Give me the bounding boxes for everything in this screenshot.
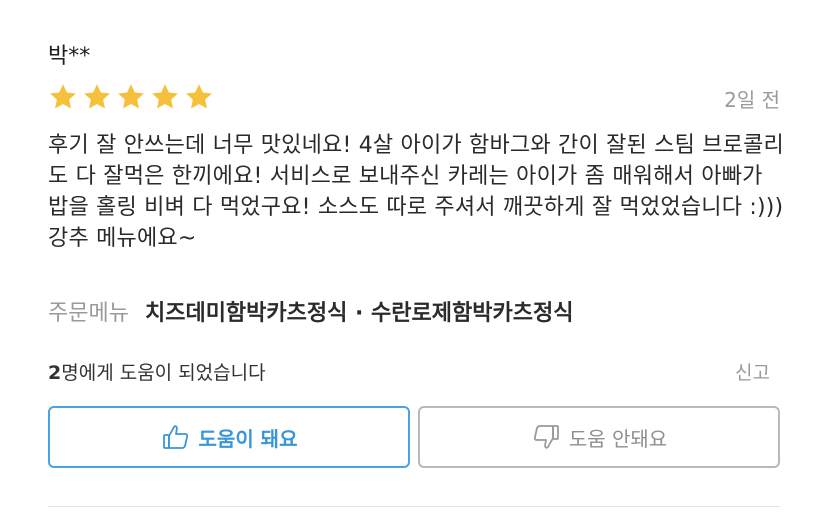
divider bbox=[48, 506, 780, 507]
star-rating bbox=[48, 82, 214, 112]
star-icon bbox=[50, 84, 76, 109]
reviewer-name: 박** bbox=[48, 44, 91, 69]
helpful-suffix: 명에게 도움이 되었습니다 bbox=[61, 362, 266, 384]
star-icon bbox=[152, 84, 178, 109]
star-icon bbox=[118, 84, 144, 109]
helpful-count-text: 2명에게 도움이 되었습니다 bbox=[48, 358, 266, 385]
review-text: 후기 잘 안쓰는데 너무 맛있네요! 4살 아이가 함바그와 간이 잘된 스팀 … bbox=[48, 133, 784, 251]
star-icon bbox=[84, 84, 110, 109]
not-helpful-button-label: 도움 안돼요 bbox=[568, 426, 668, 451]
thumbs-down-icon bbox=[531, 422, 561, 452]
order-menu-label: 주문메뉴 bbox=[48, 301, 129, 326]
helpful-button[interactable]: 도움이 돼요 bbox=[48, 406, 410, 468]
order-menu: 주문메뉴 치즈데미함박카츠정식 · 수란로제함박카츠정식 bbox=[48, 295, 573, 327]
not-helpful-button[interactable]: 도움 안돼요 bbox=[418, 406, 780, 468]
thumbs-up-icon bbox=[161, 422, 191, 452]
helpful-button-label: 도움이 돼요 bbox=[198, 426, 298, 451]
order-menu-items: 치즈데미함박카츠정식 · 수란로제함박카츠정식 bbox=[144, 301, 574, 326]
report-link[interactable]: 신고 bbox=[735, 358, 770, 385]
star-icon bbox=[186, 84, 212, 109]
helpful-count: 2 bbox=[48, 362, 62, 384]
review-date: 2일 전 bbox=[724, 88, 780, 112]
